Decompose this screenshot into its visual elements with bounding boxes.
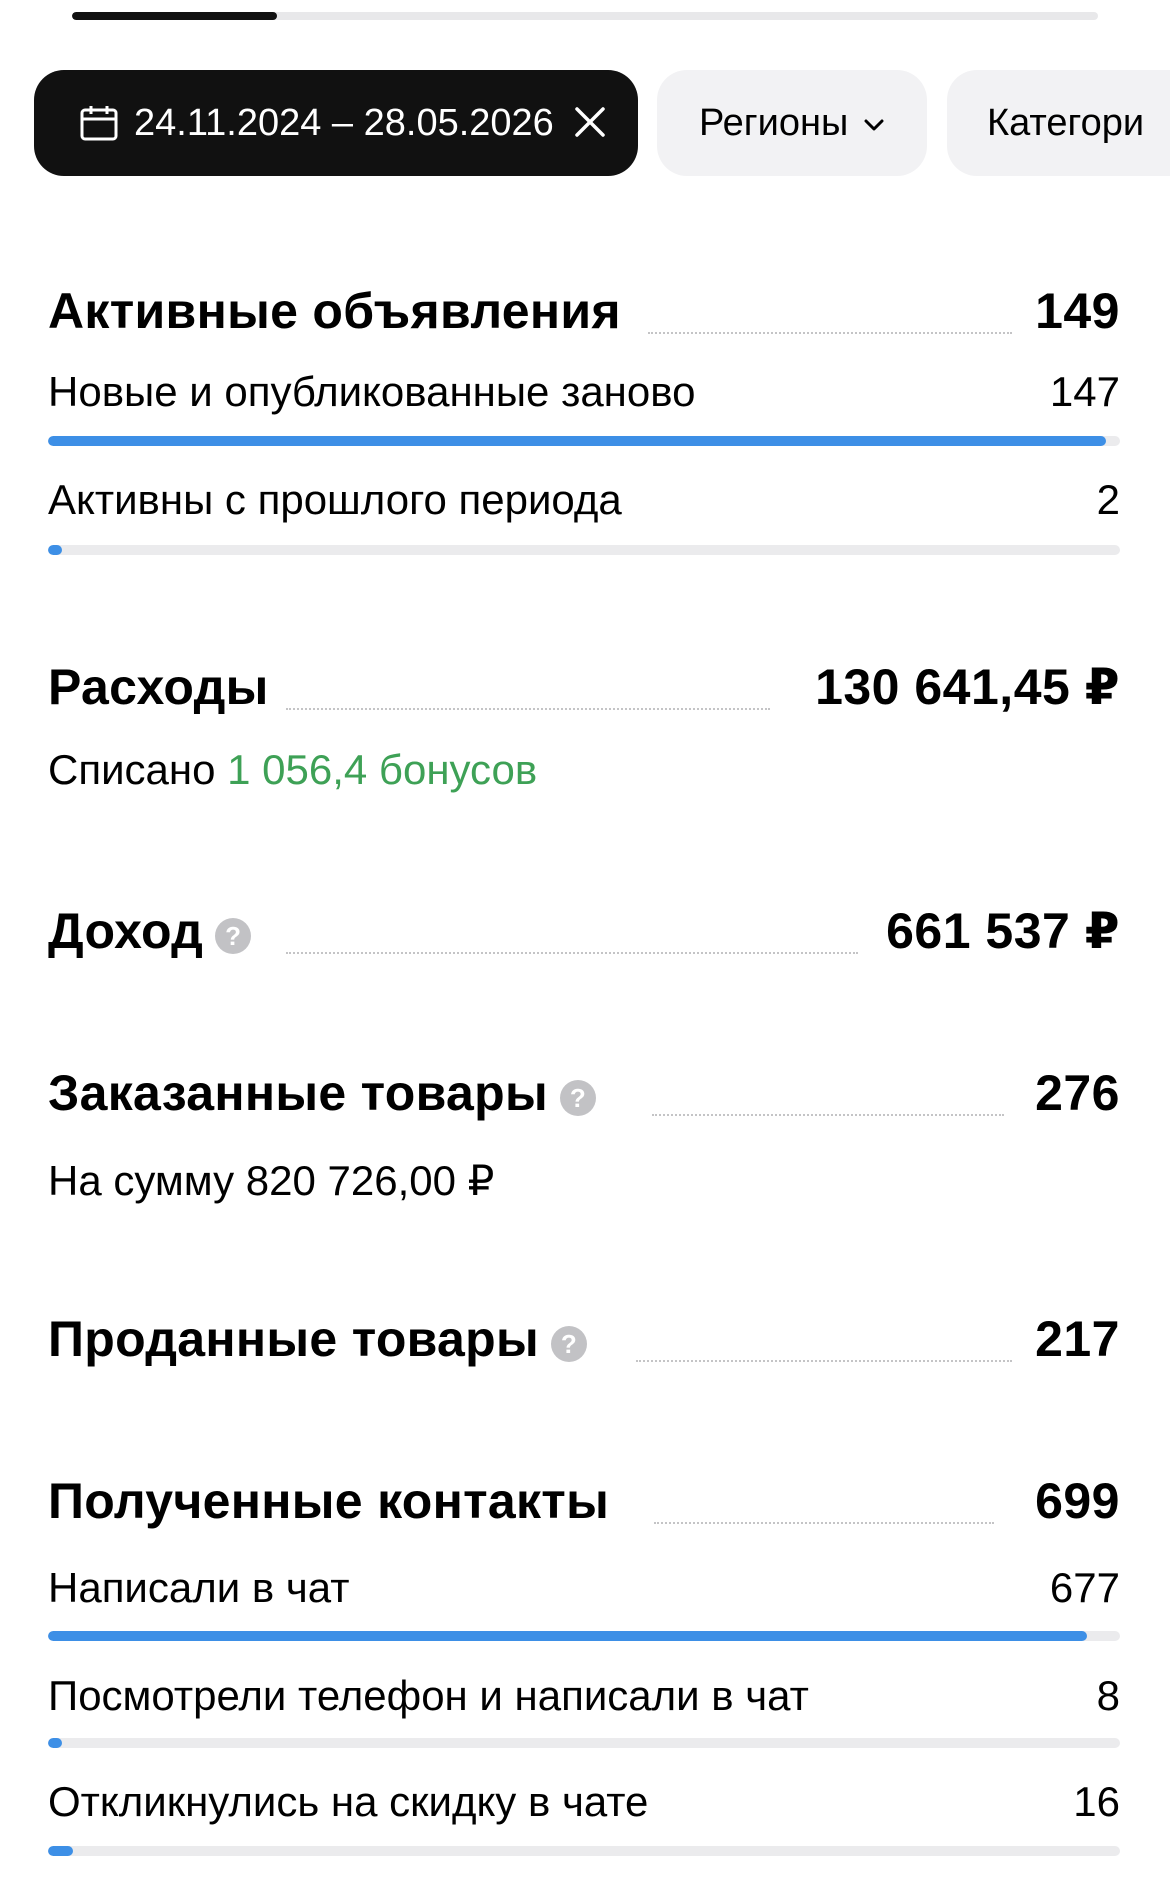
active-from-previous-bar-fill [48,545,62,555]
sold-goods-value: 217 [1035,1311,1120,1367]
wrote-chat-value: 677 [1049,1564,1120,1611]
new-republished-label: Новые и опубликованные заново [48,368,696,415]
income-value: 661 537 ₽ [886,903,1120,959]
active-from-previous-row: Активны с прошлого периода 2 [48,474,1120,526]
regions-filter-label: Регионы [699,101,849,144]
contacts-row: Полученные контакты 699 [48,1472,1120,1534]
active-from-previous-value: 2 [1096,476,1120,523]
discount-response-bar-fill [48,1846,73,1856]
ordered-goods-title: Заказанные товары ? [48,1064,596,1122]
wrote-chat-bar [48,1631,1120,1641]
regions-filter[interactable]: Регионы [657,70,927,176]
written-off-line: Списано 1 056,4 бонусов [48,746,537,794]
wrote-chat-row: Написали в чат 677 [48,1562,1120,1614]
question-circle-icon[interactable]: ? [551,1326,588,1362]
dotted-leader [636,1360,1012,1362]
dotted-leader [652,1114,1004,1116]
written-off-prefix: Списано [48,746,216,793]
sold-goods-title: Проданные товары ? [48,1310,588,1368]
viewed-phone-bar-fill [48,1738,62,1748]
expenses-title-text: Расходы [48,659,269,715]
income-row: Доход ? 661 537 ₽ [48,902,1120,964]
close-icon[interactable] [572,104,608,140]
discount-response-bar [48,1846,1120,1856]
top-tab-progress-fill [72,12,278,20]
ordered-goods-value: 276 [1035,1065,1120,1121]
question-circle-icon[interactable]: ? [215,918,252,954]
new-republished-row: Новые и опубликованные заново 147 [48,366,1120,418]
wrote-chat-label: Написали в чат [48,1564,350,1611]
new-republished-value: 147 [1049,368,1120,415]
ordered-sum: На сумму 820 726,00 ₽ [48,1157,495,1204]
question-circle-icon[interactable]: ? [559,1080,596,1116]
dotted-leader [286,952,858,954]
sold-goods-row: Проданные товары ? 217 [48,1310,1120,1372]
discount-response-value: 16 [1073,1778,1120,1825]
viewed-phone-label: Посмотрели телефон и написали в чат [48,1672,809,1719]
viewed-phone-row: Посмотрели телефон и написали в чат 8 [48,1670,1120,1722]
dotted-leader [654,1522,994,1524]
active-ads-value: 149 [1035,283,1120,339]
date-range-label: 24.11.2024 – 28.05.2026 [134,101,554,144]
date-range-filter[interactable]: 24.11.2024 – 28.05.2026 [34,70,638,176]
contacts-title: Полученные контакты [48,1472,609,1530]
active-ads-title-text: Активные объявления [48,283,621,339]
dotted-leader [286,708,770,710]
contacts-value: 699 [1035,1473,1120,1529]
active-ads-row: Активные объявления 149 [48,282,1120,344]
discount-response-row: Откликнулись на скидку в чате 16 [48,1776,1120,1828]
active-ads-title: Активные объявления [48,282,621,340]
filters-row: 24.11.2024 – 28.05.2026 Регионы Категори [34,70,1170,176]
new-republished-bar [48,436,1120,446]
wrote-chat-bar-fill [48,1631,1087,1641]
new-republished-bar-fill [48,436,1107,446]
discount-response-label: Откликнулись на скидку в чате [48,1778,649,1825]
chevron-down-icon [864,119,884,131]
categories-filter-label: Категори [987,101,1145,144]
categories-filter[interactable]: Категори [947,70,1170,176]
dotted-leader [648,332,1012,334]
expenses-title: Расходы [48,658,269,716]
expenses-row: Расходы 130 641,45 ₽ [48,658,1120,720]
calendar-icon [80,106,118,141]
viewed-phone-bar [48,1738,1120,1748]
income-title-text: Доход [48,903,204,959]
expenses-value: 130 641,45 ₽ [815,659,1120,715]
contacts-title-text: Полученные контакты [48,1473,610,1529]
viewed-phone-value: 8 [1096,1672,1120,1719]
top-tab-progress [72,12,1098,20]
active-from-previous-bar [48,545,1120,555]
active-from-previous-label: Активны с прошлого периода [48,476,622,523]
sold-goods-title-text: Проданные товары [48,1311,540,1367]
written-off-bonus: 1 056,4 бонусов [227,746,538,793]
ordered-goods-row: Заказанные товары ? 276 [48,1064,1120,1126]
ordered-goods-title-text: Заказанные товары [48,1065,548,1121]
income-title: Доход ? [48,902,252,960]
